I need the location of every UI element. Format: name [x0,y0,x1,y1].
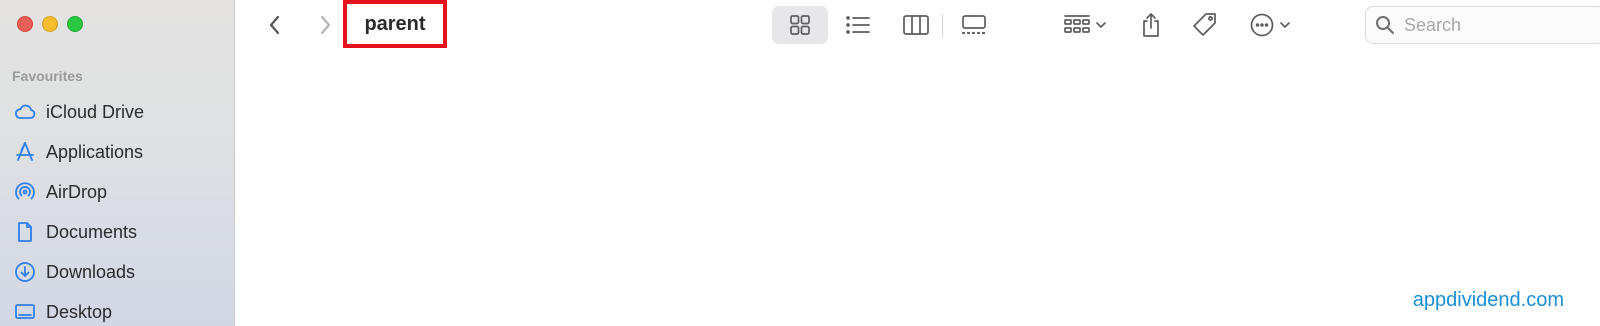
search-input[interactable] [1404,14,1584,36]
search-icon [1376,16,1394,34]
sidebar-item-airdrop[interactable]: AirDrop [12,172,144,212]
columns-icon [903,15,929,35]
tag-icon [1193,13,1216,36]
sidebar-list: iCloud Drive Applications AirDrop Docume… [12,92,144,326]
sidebar-item-label: AirDrop [46,181,108,202]
toolbar-divider [942,14,943,38]
airdrop-icon [12,179,38,205]
download-icon [12,259,38,285]
chevron-down-icon [1096,22,1106,28]
group-by-button[interactable] [1055,6,1115,44]
window-controls [17,16,83,32]
sidebar-item-desktop[interactable]: Desktop [12,292,144,326]
forward-button[interactable] [310,10,340,40]
minimize-window-button[interactable] [42,16,58,32]
back-button[interactable] [260,10,290,40]
watermark-text: appdividend.com [1412,289,1564,311]
list-icon [846,16,870,34]
zoom-window-button[interactable] [67,16,83,32]
share-button[interactable] [1131,6,1171,44]
gallery-view-button[interactable] [948,6,1000,44]
finder-window: Favourites iCloud Drive Applications Air… [0,0,1600,326]
sidebar-item-label: Documents [46,221,138,242]
close-window-button[interactable] [17,16,33,32]
applications-icon [12,139,38,165]
sidebar-item-documents[interactable]: Documents [12,212,144,252]
cloud-icon [12,99,38,125]
file-browser-content[interactable] [235,52,1600,326]
chevron-down-icon [1280,22,1290,28]
more-actions-button[interactable] [1240,6,1300,44]
sidebar-item-label: Desktop [46,301,113,322]
share-icon [1143,13,1159,37]
document-icon [12,219,38,245]
sidebar: Favourites iCloud Drive Applications Air… [0,0,235,326]
sidebar-item-applications[interactable]: Applications [12,132,144,172]
sidebar-section-favourites: Favourites [12,68,83,84]
grid-icon [790,15,810,35]
sidebar-item-label: Downloads [46,261,136,282]
sidebar-item-label: iCloud Drive [46,101,145,122]
sidebar-item-label: Applications [46,141,144,162]
icon-view-button[interactable] [772,6,828,44]
desktop-icon [12,299,38,325]
sidebar-item-downloads[interactable]: Downloads [12,252,144,292]
ellipsis-circle-icon [1250,13,1274,37]
toolbar: parent [235,0,1600,52]
sidebar-item-icloud-drive[interactable]: iCloud Drive [12,92,144,132]
column-view-button[interactable] [890,6,942,44]
group-icon [1064,15,1090,33]
search-field[interactable] [1365,6,1600,44]
tag-button[interactable] [1185,6,1225,44]
window-title: parent [343,0,447,48]
chevron-right-icon [320,15,331,35]
gallery-icon [961,15,986,35]
list-view-button[interactable] [832,6,884,44]
chevron-left-icon [269,15,280,35]
